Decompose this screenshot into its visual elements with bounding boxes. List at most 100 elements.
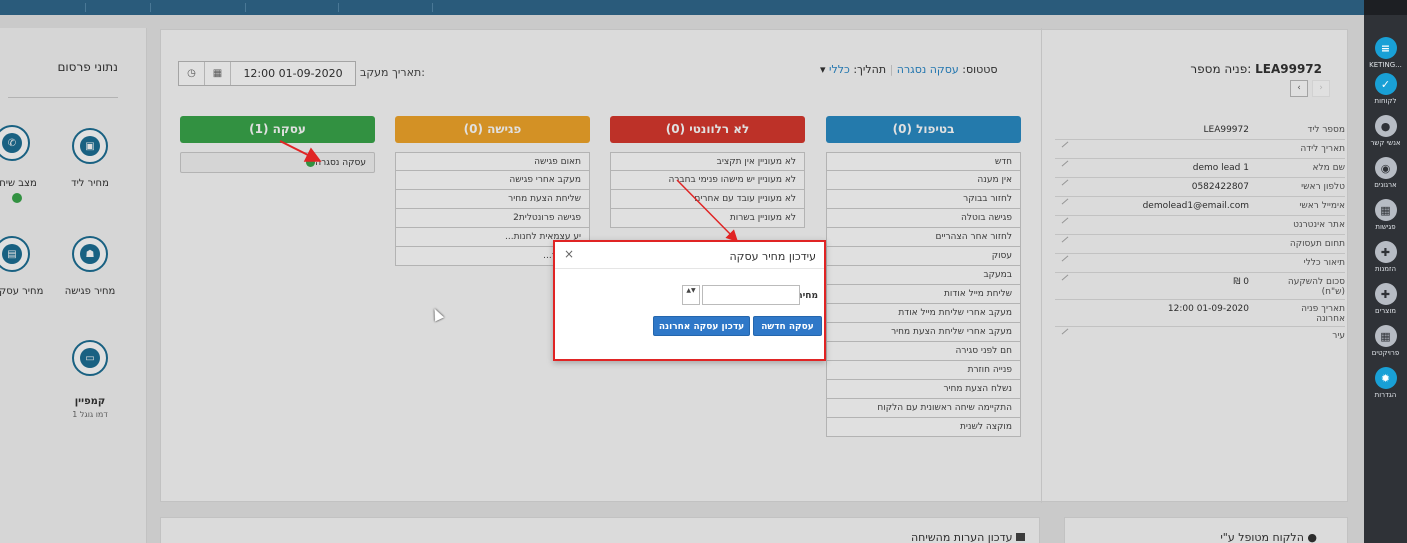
- edit-icon: [1061, 179, 1069, 186]
- list-item[interactable]: לא מעוניין יש מישהו פנימי בחברה: [610, 171, 805, 190]
- info-row: עיר: [1055, 327, 1345, 346]
- menu-icon: ≡: [1374, 37, 1397, 59]
- column-deal-list: עסקה נסגרה: [180, 152, 375, 173]
- sidebar-item-organizations[interactable]: ◉ ארגונים: [1364, 157, 1407, 189]
- right-sidebar: ≡ KETING... ✓ לקוחות ● אנשי קשר ◉ ארגוני…: [1364, 0, 1407, 543]
- people-icon[interactable]: ☗: [72, 236, 108, 272]
- column-handling-list: חדש אין מענה לחזור בבוקר פגישה בוטלה לחז…: [826, 152, 1021, 437]
- info-row: תאריך פניה אחרונה 12:00 01-09-2020: [1055, 300, 1345, 327]
- sidebar-item-orders[interactable]: ✚ הזמנות: [1364, 241, 1407, 273]
- close-icon[interactable]: ×: [564, 247, 574, 261]
- column-irrelevant-header[interactable]: לא רלוונטי (0): [610, 116, 805, 143]
- list-item[interactable]: עסוק: [826, 247, 1021, 266]
- caret-down-icon[interactable]: ▾: [820, 63, 826, 76]
- prev-lead-button[interactable]: ‹: [1290, 80, 1308, 97]
- modal-header: עידכון מחיר עסקה ×: [555, 242, 824, 269]
- document-icon[interactable]: ▤: [0, 236, 30, 272]
- status-value[interactable]: עסקה נסגרה: [897, 63, 959, 76]
- sidebar-item-products[interactable]: ✚ מוצרים: [1364, 283, 1407, 315]
- list-item[interactable]: פגישה בוטלה: [826, 209, 1021, 228]
- info-row: מספר ליד LEA99972: [1055, 121, 1345, 140]
- edit-icon: [1061, 236, 1069, 243]
- process-dropdown[interactable]: כללי: [829, 63, 850, 76]
- list-item[interactable]: במעקב: [826, 266, 1021, 285]
- handled-by-title: הלקוח מטופל ע"י ●: [1220, 531, 1317, 543]
- update-last-deal-button[interactable]: עדכון עסקה אחרונה: [653, 316, 750, 336]
- list-item[interactable]: מעקב אחרי פגישה: [395, 171, 590, 190]
- info-row: תיאור כללי: [1055, 254, 1345, 273]
- lead-title-label: פניה מספר:: [1190, 62, 1252, 76]
- list-item[interactable]: לחזור בבוקר: [826, 190, 1021, 209]
- sidebar-item-settings[interactable]: ✹ הגדרות: [1364, 367, 1407, 399]
- column-handling-header[interactable]: בטיפול (0): [826, 116, 1021, 143]
- briefcase-icon[interactable]: ▣: [72, 128, 108, 164]
- deal-price-label: מחיר עסקה: [0, 286, 44, 297]
- play-icon[interactable]: [12, 193, 22, 203]
- list-item[interactable]: נשלח הצעת מחיר: [826, 380, 1021, 399]
- lead-info-table: מספר ליד LEA99972 תאריך לידה שם מלא demo l…: [1055, 121, 1345, 346]
- check-icon: [306, 158, 316, 167]
- edit-icon: [1061, 141, 1069, 148]
- list-item[interactable]: תאום פגישה: [395, 152, 590, 171]
- list-item[interactable]: פנייה חוזרת: [826, 361, 1021, 380]
- info-row: שם מלא demo lead 1: [1055, 159, 1345, 178]
- grid-icon: ▦: [1374, 325, 1397, 347]
- clock-icon[interactable]: ◷: [179, 62, 205, 85]
- list-item[interactable]: התקיימה שיחה ראשונית עם הלקוח: [826, 399, 1021, 418]
- user-icon: ●: [1374, 115, 1397, 137]
- price-input[interactable]: [702, 285, 800, 305]
- divider: [8, 97, 118, 98]
- puzzle-icon: ✚: [1374, 241, 1397, 263]
- list-item[interactable]: לא מעוניין אין תקציב: [610, 152, 805, 171]
- new-deal-button[interactable]: עסקה חדשה: [753, 316, 822, 336]
- status-line: סטטוס: עסקה נסגרה | תהליך: כללי ▾: [820, 63, 998, 76]
- list-item[interactable]: חדש: [826, 152, 1021, 171]
- sidebar-item-projects[interactable]: ▦ פרויקטים: [1364, 325, 1407, 357]
- sidebar-item-meetings[interactable]: ▦ פגישות: [1364, 199, 1407, 231]
- list-item[interactable]: אין מענה: [826, 171, 1021, 190]
- list-item[interactable]: לא מעוניין בשרות: [610, 209, 805, 228]
- next-lead-button[interactable]: ›: [1312, 80, 1330, 97]
- list-item[interactable]: מעקב אחרי שליחת הצעת מחיר: [826, 323, 1021, 342]
- phone-icon[interactable]: ✆: [0, 125, 30, 161]
- user-icon: ●: [1307, 531, 1317, 543]
- lead-title: פניה מספר: LEA99972: [1190, 62, 1322, 76]
- edit-icon: [1061, 217, 1069, 224]
- column-deal-header[interactable]: עסקה (1): [180, 116, 375, 143]
- list-item[interactable]: מוקצה לשנית: [826, 418, 1021, 437]
- calendar-icon[interactable]: ▦: [205, 62, 231, 85]
- call-notes-card: עדכון הערות מהשיחה: [160, 517, 1040, 543]
- gear-icon: ✹: [1374, 367, 1397, 389]
- sidebar-item-contacts[interactable]: ● אנשי קשר: [1364, 115, 1407, 147]
- sidebar-item-marketing[interactable]: ≡ KETING...: [1364, 37, 1407, 69]
- tracking-date-field[interactable]: ◷ ▦ 12:00 01-09-2020: [178, 61, 356, 86]
- list-item[interactable]: שליחת הצעת מחיר: [395, 190, 590, 209]
- list-item[interactable]: לא מעוניין עובד עם אחרים: [610, 190, 805, 209]
- advertising-data-panel: נתוני פרסום ▣ מחיר ליד ✆ מצב שיח ☗ מחיר …: [0, 28, 147, 543]
- list-item[interactable]: לחזור אחר הצהריים: [826, 228, 1021, 247]
- info-row: אתר אינטרנט: [1055, 216, 1345, 235]
- edit-icon: [1061, 160, 1069, 167]
- list-item[interactable]: מעקב אחרי שליחת מייל אודת: [826, 304, 1021, 323]
- list-item[interactable]: שליחת מייל אודות: [826, 285, 1021, 304]
- edit-icon: [1061, 198, 1069, 205]
- process-label: תהליך:: [853, 63, 887, 76]
- info-row: טלפון ראשי 0582422807: [1055, 178, 1345, 197]
- tracking-date-label: תאריך מעקב:: [360, 66, 425, 79]
- price-stepper[interactable]: ▲▼: [682, 285, 700, 305]
- lead-price-label: מחיר ליד: [71, 178, 109, 189]
- top-navigation-bar: [0, 0, 1364, 15]
- price-label: מחיר: [797, 291, 818, 301]
- tracking-date-value[interactable]: 12:00 01-09-2020: [231, 67, 355, 80]
- list-item[interactable]: עסקה נסגרה: [180, 152, 375, 173]
- info-row: סכום להשקעה (ש"ח) ₪ 0: [1055, 273, 1345, 300]
- advertising-data-title: נתוני פרסום: [57, 60, 118, 74]
- list-item[interactable]: פגישה פרונטלית2: [395, 209, 590, 228]
- column-meeting-header[interactable]: פגישה (0): [395, 116, 590, 143]
- sidebar-item-clients[interactable]: ✓ לקוחות: [1364, 73, 1407, 105]
- divider: [1041, 28, 1042, 503]
- lead-number: LEA99972: [1255, 62, 1322, 76]
- list-item[interactable]: חם לפני סגירה: [826, 342, 1021, 361]
- monitor-icon[interactable]: ▭: [72, 340, 108, 376]
- comment-icon: [1016, 533, 1025, 541]
